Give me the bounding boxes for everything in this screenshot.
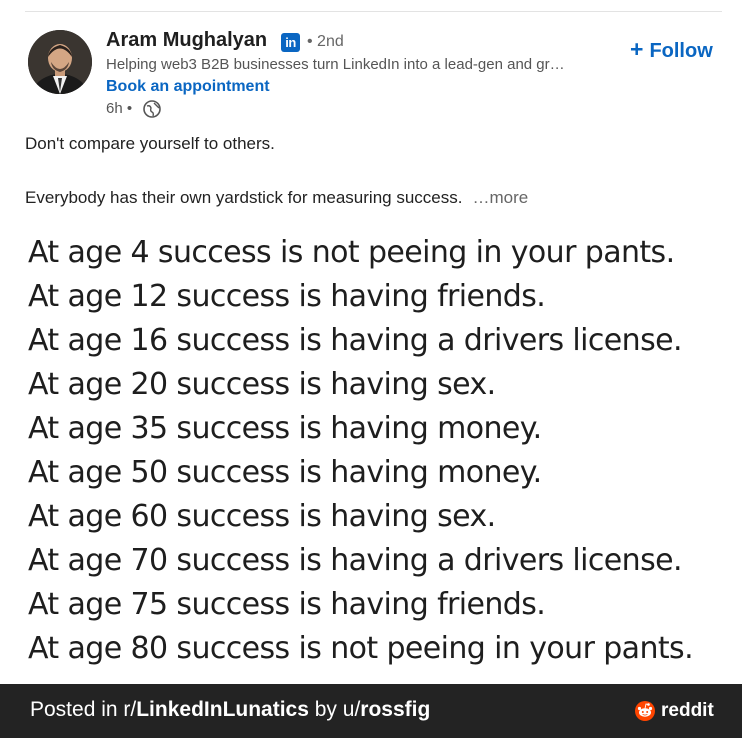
follow-label: Follow xyxy=(649,40,713,62)
connection-degree: • 2nd xyxy=(307,33,344,50)
see-more-link[interactable]: …more xyxy=(472,188,528,207)
linkedin-icon: in xyxy=(281,33,300,52)
image-text-line: At age 12 success is having friends. xyxy=(28,279,546,314)
image-text-line: At age 35 success is having money. xyxy=(28,411,542,446)
reddit-wordmark: reddit xyxy=(661,700,714,721)
author-name[interactable]: Aram Mughalyan xyxy=(106,29,267,52)
image-text-line: At age 16 success is having a drivers li… xyxy=(28,323,682,358)
plus-icon: + xyxy=(630,36,644,62)
image-text-line: At age 4 success is not peeing in your p… xyxy=(28,235,675,270)
image-text-line: At age 60 success is having sex. xyxy=(28,499,496,534)
subreddit-name[interactable]: LinkedInLunatics xyxy=(136,698,309,721)
reddit-icon xyxy=(635,701,655,721)
posted-in-prefix: Posted in r/ xyxy=(30,698,137,721)
avatar[interactable] xyxy=(28,30,92,94)
posted-in-caption: Posted in r/LinkedInLunatics by u/rossfi… xyxy=(30,698,430,722)
reddit-footer: Posted in r/LinkedInLunatics by u/rossfi… xyxy=(0,684,742,738)
image-text-line: At age 70 success is having a drivers li… xyxy=(28,543,682,578)
image-text-line: At age 75 success is having friends. xyxy=(28,587,546,622)
username[interactable]: rossfig xyxy=(360,698,430,721)
post-time: 6h • xyxy=(106,100,133,117)
image-text-line: At age 80 success is not peeing in your … xyxy=(28,631,694,666)
post-text-line: Everybody has their own yardstick for me… xyxy=(25,188,528,208)
post-text-line: Don't compare yourself to others. xyxy=(25,134,275,153)
follow-button[interactable]: + Follow xyxy=(630,36,713,63)
image-text-line: At age 50 success is having money. xyxy=(28,455,542,490)
post-text-content: Everybody has their own yardstick for me… xyxy=(25,188,463,207)
author-headline: Helping web3 B2B businesses turn LinkedI… xyxy=(106,56,565,73)
book-appointment-link[interactable]: Book an appointment xyxy=(106,78,270,96)
top-divider xyxy=(25,11,722,12)
post-image-text[interactable]: At age 4 success is not peeing in your p… xyxy=(28,233,694,673)
posted-by-text: by u/ xyxy=(308,698,361,721)
reddit-logo: reddit xyxy=(634,700,714,722)
image-text-line: At age 20 success is having sex. xyxy=(28,367,496,402)
globe-icon xyxy=(142,99,162,119)
